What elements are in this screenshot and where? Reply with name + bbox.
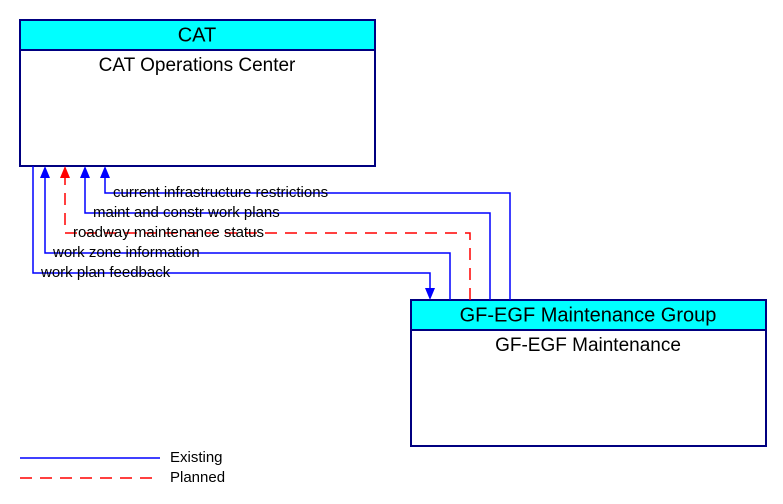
node-gf-body: GF-EGF Maintenance	[495, 335, 681, 356]
legend: Existing Planned	[20, 449, 225, 486]
flow-label: maint and constr work plans	[93, 204, 280, 221]
legend-label-planned: Planned	[170, 469, 225, 486]
node-cat-header: CAT	[178, 24, 217, 46]
node-gf-header: GF-EGF Maintenance Group	[460, 304, 717, 326]
legend-label-existing: Existing	[170, 449, 223, 466]
flow-label: roadway maintenance status	[73, 224, 264, 241]
node-gf: GF-EGF Maintenance Group GF-EGF Maintena…	[411, 300, 766, 446]
flow-label: work plan feedback	[40, 264, 171, 281]
flow-label: work zone information	[52, 244, 200, 261]
flow-label: current infrastructure restrictions	[113, 184, 328, 201]
node-cat-body: CAT Operations Center	[99, 55, 296, 76]
architecture-diagram: CAT CAT Operations Center GF-EGF Mainten…	[0, 0, 783, 504]
node-cat: CAT CAT Operations Center	[20, 20, 375, 166]
